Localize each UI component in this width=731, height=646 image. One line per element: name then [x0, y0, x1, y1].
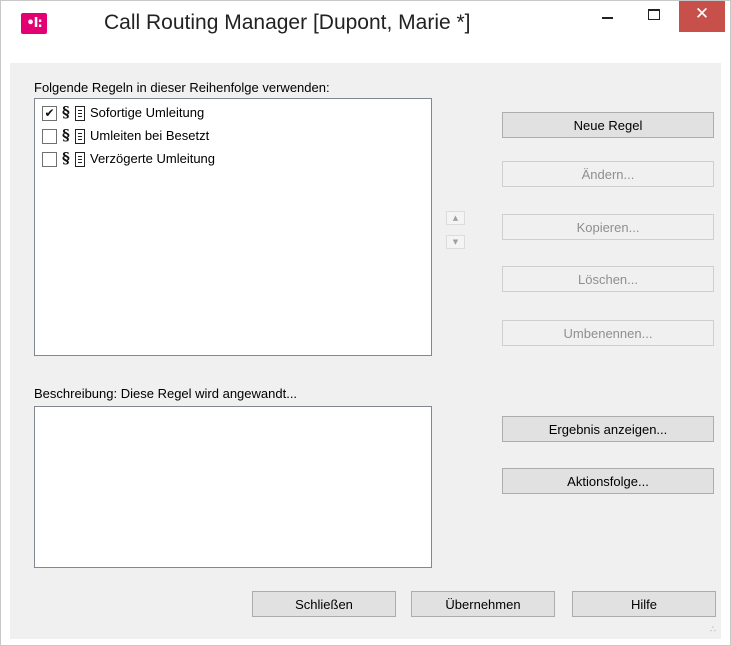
rule-document-icon	[75, 152, 85, 167]
title-bar[interactable]: •I: Call Routing Manager [Dupont, Marie …	[1, 1, 730, 47]
minimize-button[interactable]	[586, 1, 632, 32]
close-window-button[interactable]: ✕	[679, 1, 725, 32]
rule-document-icon	[75, 129, 85, 144]
minimize-icon	[602, 17, 613, 19]
action-sequence-button[interactable]: Aktionsfolge...	[502, 468, 714, 494]
rule-item[interactable]: ✔ § Sofortige Umleitung	[42, 103, 422, 124]
show-result-button[interactable]: Ergebnis anzeigen...	[502, 416, 714, 442]
window-title: Call Routing Manager [Dupont, Marie *]	[104, 11, 471, 34]
maximize-button[interactable]	[633, 1, 679, 32]
close-button[interactable]: Schließen	[252, 591, 396, 617]
rule-checkbox[interactable]	[42, 152, 57, 167]
description-box[interactable]	[34, 406, 432, 568]
edit-rule-button[interactable]: Ändern...	[502, 161, 714, 187]
move-down-button[interactable]: ▼	[446, 235, 465, 249]
dialog-body: Folgende Regeln in dieser Reihenfolge ve…	[10, 63, 721, 639]
move-up-button[interactable]: ▲	[446, 211, 465, 225]
call-routing-manager-window: •I: Call Routing Manager [Dupont, Marie …	[0, 0, 731, 646]
rules-list[interactable]: ✔ § Sofortige Umleitung § Umleiten bei B…	[34, 98, 432, 356]
close-icon: ✕	[694, 4, 710, 24]
rule-item[interactable]: § Umleiten bei Besetzt	[42, 126, 422, 147]
paragraph-icon: §	[62, 149, 70, 167]
rule-label: Sofortige Umleitung	[90, 105, 205, 120]
rename-rule-button[interactable]: Umbenennen...	[502, 320, 714, 346]
rule-label: Umleiten bei Besetzt	[90, 128, 210, 143]
resize-grip-icon[interactable]: ∴	[710, 625, 716, 635]
rule-item[interactable]: § Verzögerte Umleitung	[42, 149, 422, 170]
maximize-icon	[648, 9, 660, 20]
rule-checkbox[interactable]: ✔	[42, 106, 57, 121]
apply-button[interactable]: Übernehmen	[411, 591, 555, 617]
rule-checkbox[interactable]	[42, 129, 57, 144]
rule-label: Verzögerte Umleitung	[90, 151, 216, 166]
description-label: Beschreibung: Diese Regel wird angewandt…	[34, 386, 298, 401]
delete-rule-button[interactable]: Löschen...	[502, 266, 714, 292]
paragraph-icon: §	[62, 103, 70, 121]
paragraph-icon: §	[62, 126, 70, 144]
help-button[interactable]: Hilfe	[572, 591, 716, 617]
new-rule-button[interactable]: Neue Regel	[502, 112, 714, 138]
copy-rule-button[interactable]: Kopieren...	[502, 214, 714, 240]
rule-document-icon	[75, 106, 85, 121]
rules-label: Folgende Regeln in dieser Reihenfolge ve…	[34, 80, 330, 95]
telekom-app-icon[interactable]: •I:	[21, 13, 47, 34]
